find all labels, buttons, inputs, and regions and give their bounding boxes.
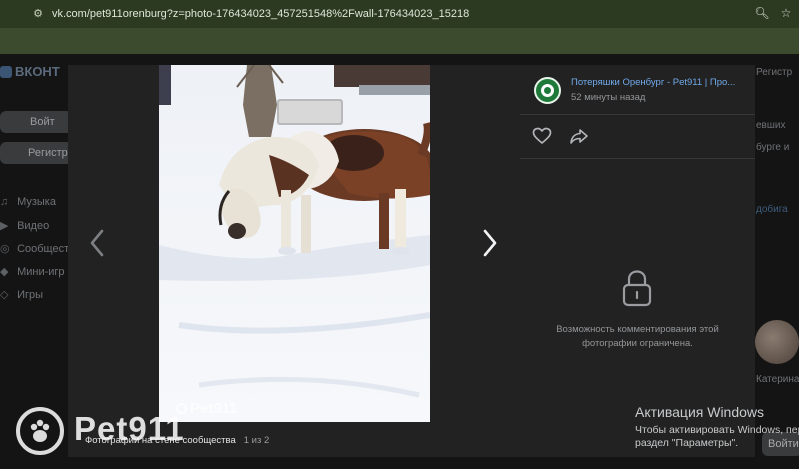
community-icon: ◎ xyxy=(0,243,10,255)
games-icon: ◇ xyxy=(0,289,9,301)
login-button[interactable]: Войт xyxy=(0,111,72,133)
lock-icon xyxy=(622,270,652,307)
site-settings-icon[interactable]: ⚙ xyxy=(31,7,45,21)
right-text-line: евших xyxy=(756,120,786,131)
bookmark-star-icon[interactable]: ☆ xyxy=(778,5,794,21)
comments-restricted-notice: Возможность комментирования этой фотогра… xyxy=(556,324,719,349)
photo-actions xyxy=(520,115,755,159)
group-name-link[interactable]: Потеряшки Оренбург - Pet911 | Про... xyxy=(571,77,746,88)
browser-toolbar: ⚙ vk.com/pet911orenburg?z=photo-17643402… xyxy=(0,0,799,54)
right-link[interactable]: добига xyxy=(756,204,788,215)
games-icon: ◆ xyxy=(0,266,9,278)
menu-item-music[interactable]: ♫ Музыка xyxy=(0,196,56,208)
address-bar[interactable]: ⚙ vk.com/pet911orenburg?z=photo-17643402… xyxy=(0,0,799,28)
menu-item-games[interactable]: ◇ Игры xyxy=(0,288,43,301)
avatar[interactable] xyxy=(755,320,799,364)
post-time[interactable]: 52 минуты назад xyxy=(571,92,645,103)
photo-counter: 1 из 2 xyxy=(243,435,270,446)
menu-item-communities[interactable]: ◎ Сообщест xyxy=(0,242,69,255)
right-text-line: бурге и xyxy=(756,142,790,153)
windows-activation-notice: Активация Windows Чтобы активировать Win… xyxy=(635,404,799,450)
share-icon[interactable] xyxy=(569,127,589,145)
photo[interactable] xyxy=(159,65,430,422)
right-user-name[interactable]: Катерина xyxy=(756,374,799,385)
menu-item-video[interactable]: ▶ Видео xyxy=(0,219,49,232)
zoom-icon[interactable]: 🔍︎ xyxy=(754,5,770,21)
next-photo-icon[interactable] xyxy=(479,226,501,260)
video-icon: ▶ xyxy=(0,220,9,232)
windows-activation-line: Чтобы активировать Windows, пер xyxy=(635,424,799,436)
vk-logo[interactable]: ВКОНТ xyxy=(0,64,60,79)
windows-activation-title: Активация Windows xyxy=(635,404,765,420)
post-author: Потеряшки Оренбург - Pet911 | Про... 52 … xyxy=(520,65,755,115)
menu-item-mini-games[interactable]: ◆ Мини-игр xyxy=(0,265,65,278)
windows-activation-line: раздел "Параметры". xyxy=(635,437,739,449)
group-avatar[interactable] xyxy=(534,77,561,104)
register-button[interactable]: Регистр xyxy=(0,142,72,164)
music-icon: ♫ xyxy=(0,196,9,208)
photo-side-panel: Потеряшки Оренбург - Pet911 | Про... 52 … xyxy=(520,65,755,457)
url-text[interactable]: vk.com/pet911orenburg?z=photo-176434023_… xyxy=(52,7,469,21)
dog-in-snow-image xyxy=(159,65,430,422)
right-register-link[interactable]: Регистр xyxy=(756,67,792,78)
photo-watermark: Pet911 xyxy=(176,400,238,417)
previous-photo-icon[interactable] xyxy=(86,226,108,260)
paw-logo-icon xyxy=(16,407,64,455)
heart-icon[interactable] xyxy=(532,127,552,145)
watermark-text: Pet911 xyxy=(74,410,185,447)
